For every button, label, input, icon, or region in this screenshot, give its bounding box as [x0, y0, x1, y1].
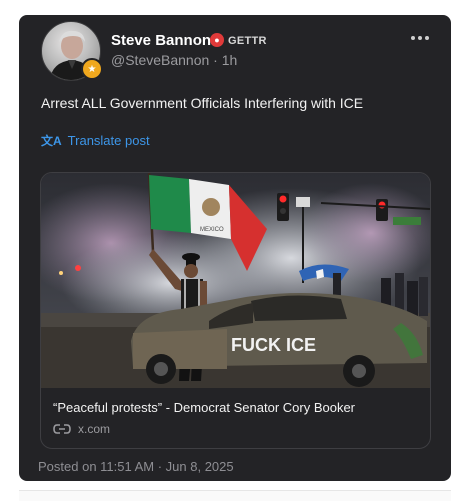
link-preview-card[interactable]: MEXICO FUCK ICE “Peaceful protests” - De…	[40, 172, 431, 449]
link-icon	[53, 424, 71, 434]
more-options-icon[interactable]	[408, 29, 432, 47]
post-age: 1h	[221, 52, 238, 68]
post-card: ★ Steve Bannon ● GETTR @SteveBannon · 1h…	[19, 15, 451, 481]
author-handle[interactable]: @SteveBannon	[111, 52, 209, 68]
car-graffiti: FUCK ICE	[231, 335, 316, 355]
translate-icon: 文A	[41, 134, 62, 148]
post-timestamp: Posted on 11:51 AM · Jun 8, 2025	[38, 459, 234, 474]
handle-separator: ·	[213, 52, 222, 68]
author-handle-line: @SteveBannon · 1h	[111, 52, 237, 68]
next-card-edge	[19, 490, 451, 501]
link-preview-title: “Peaceful protests” - Democrat Senator C…	[53, 400, 356, 415]
preview-photo: MEXICO FUCK ICE	[41, 173, 430, 388]
post-text: Arrest ALL Government Officials Interfer…	[41, 95, 364, 111]
link-preview-domain-row: x.com	[53, 422, 110, 436]
flag-text: MEXICO	[200, 227, 224, 233]
award-badge-icon: ★	[81, 58, 103, 80]
author-name[interactable]: Steve Bannon	[111, 32, 211, 49]
translate-label: Translate post	[67, 133, 150, 148]
link-preview-domain: x.com	[78, 422, 111, 436]
flame-icon: ●	[210, 33, 224, 47]
translate-post-link[interactable]: 文A Translate post	[41, 132, 150, 149]
gettr-badge: GETTR	[228, 35, 267, 47]
